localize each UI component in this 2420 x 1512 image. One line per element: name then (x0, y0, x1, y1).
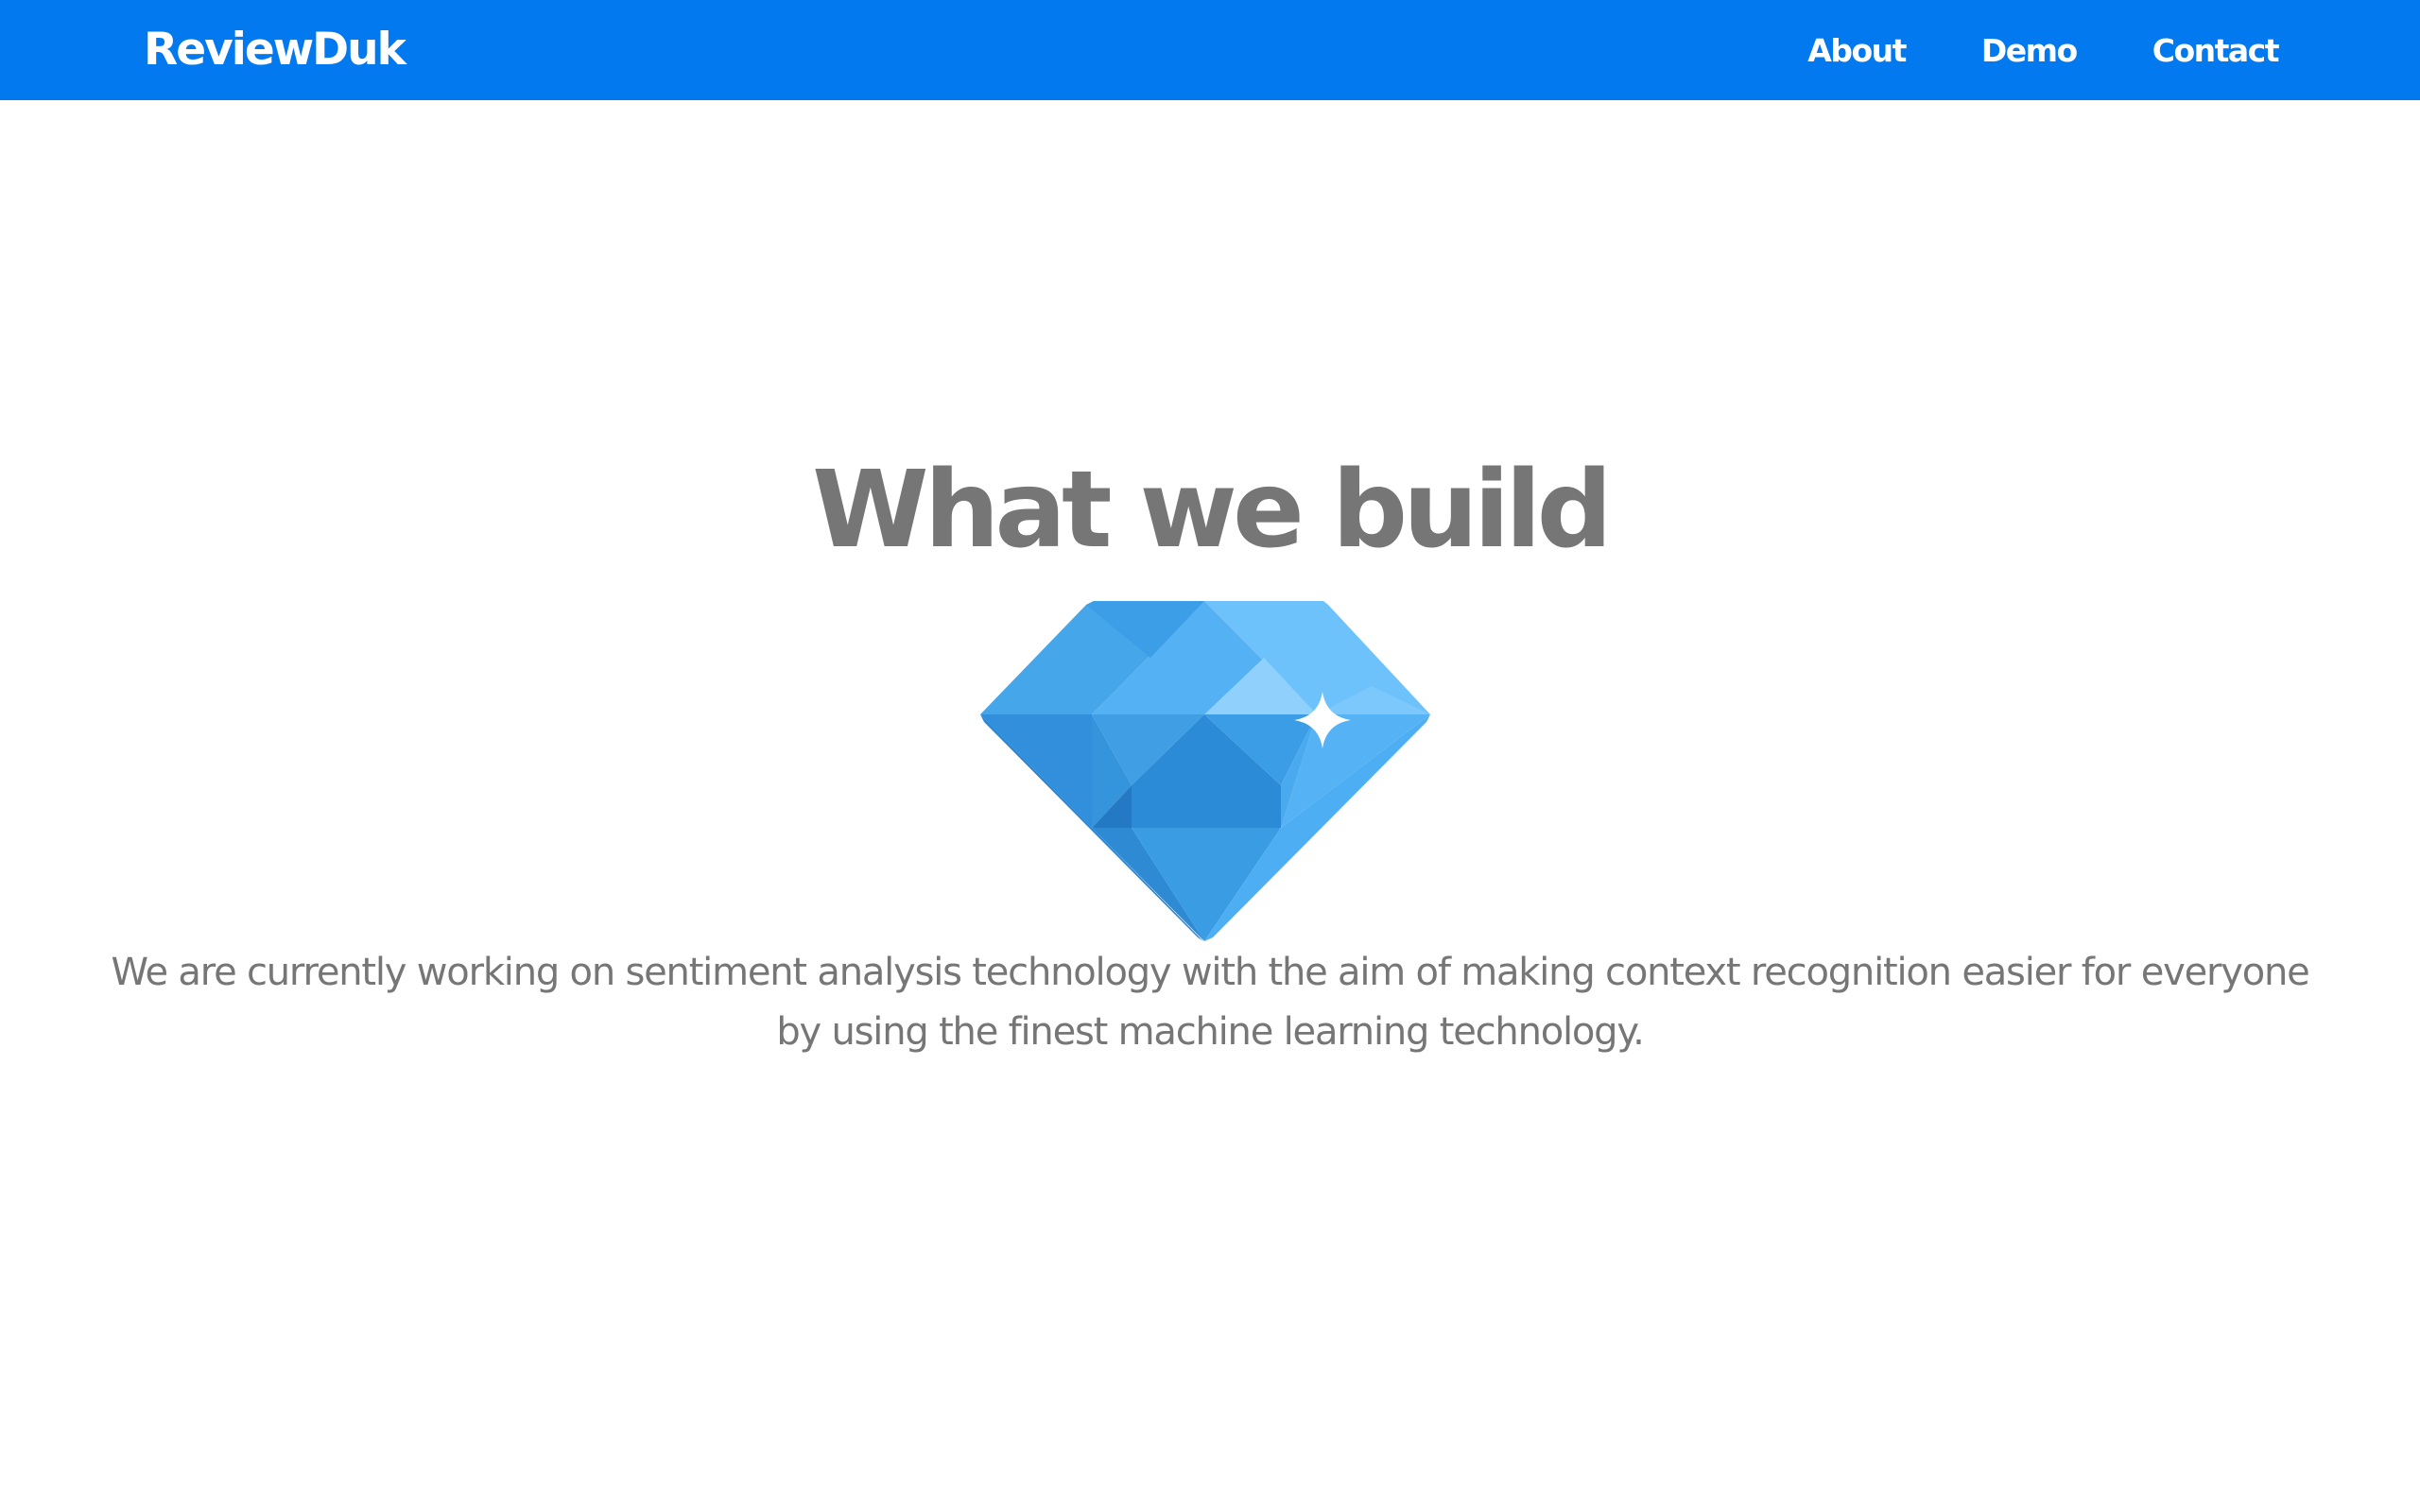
nav-link-contact[interactable]: Contact (2152, 32, 2280, 69)
nav-link-demo[interactable]: Demo (1981, 32, 2078, 69)
section-description: We are currently working on sentiment an… (111, 951, 2309, 1054)
nav-link-about[interactable]: About (1807, 32, 1907, 69)
nav-links: About Demo Contact (1732, 0, 2280, 100)
diamond-icon (980, 601, 1430, 941)
section-heading: What we build (812, 449, 1613, 572)
brand-logo-link[interactable]: ReviewDuk (144, 0, 406, 100)
top-navbar: ReviewDuk About Demo Contact (0, 0, 2420, 100)
